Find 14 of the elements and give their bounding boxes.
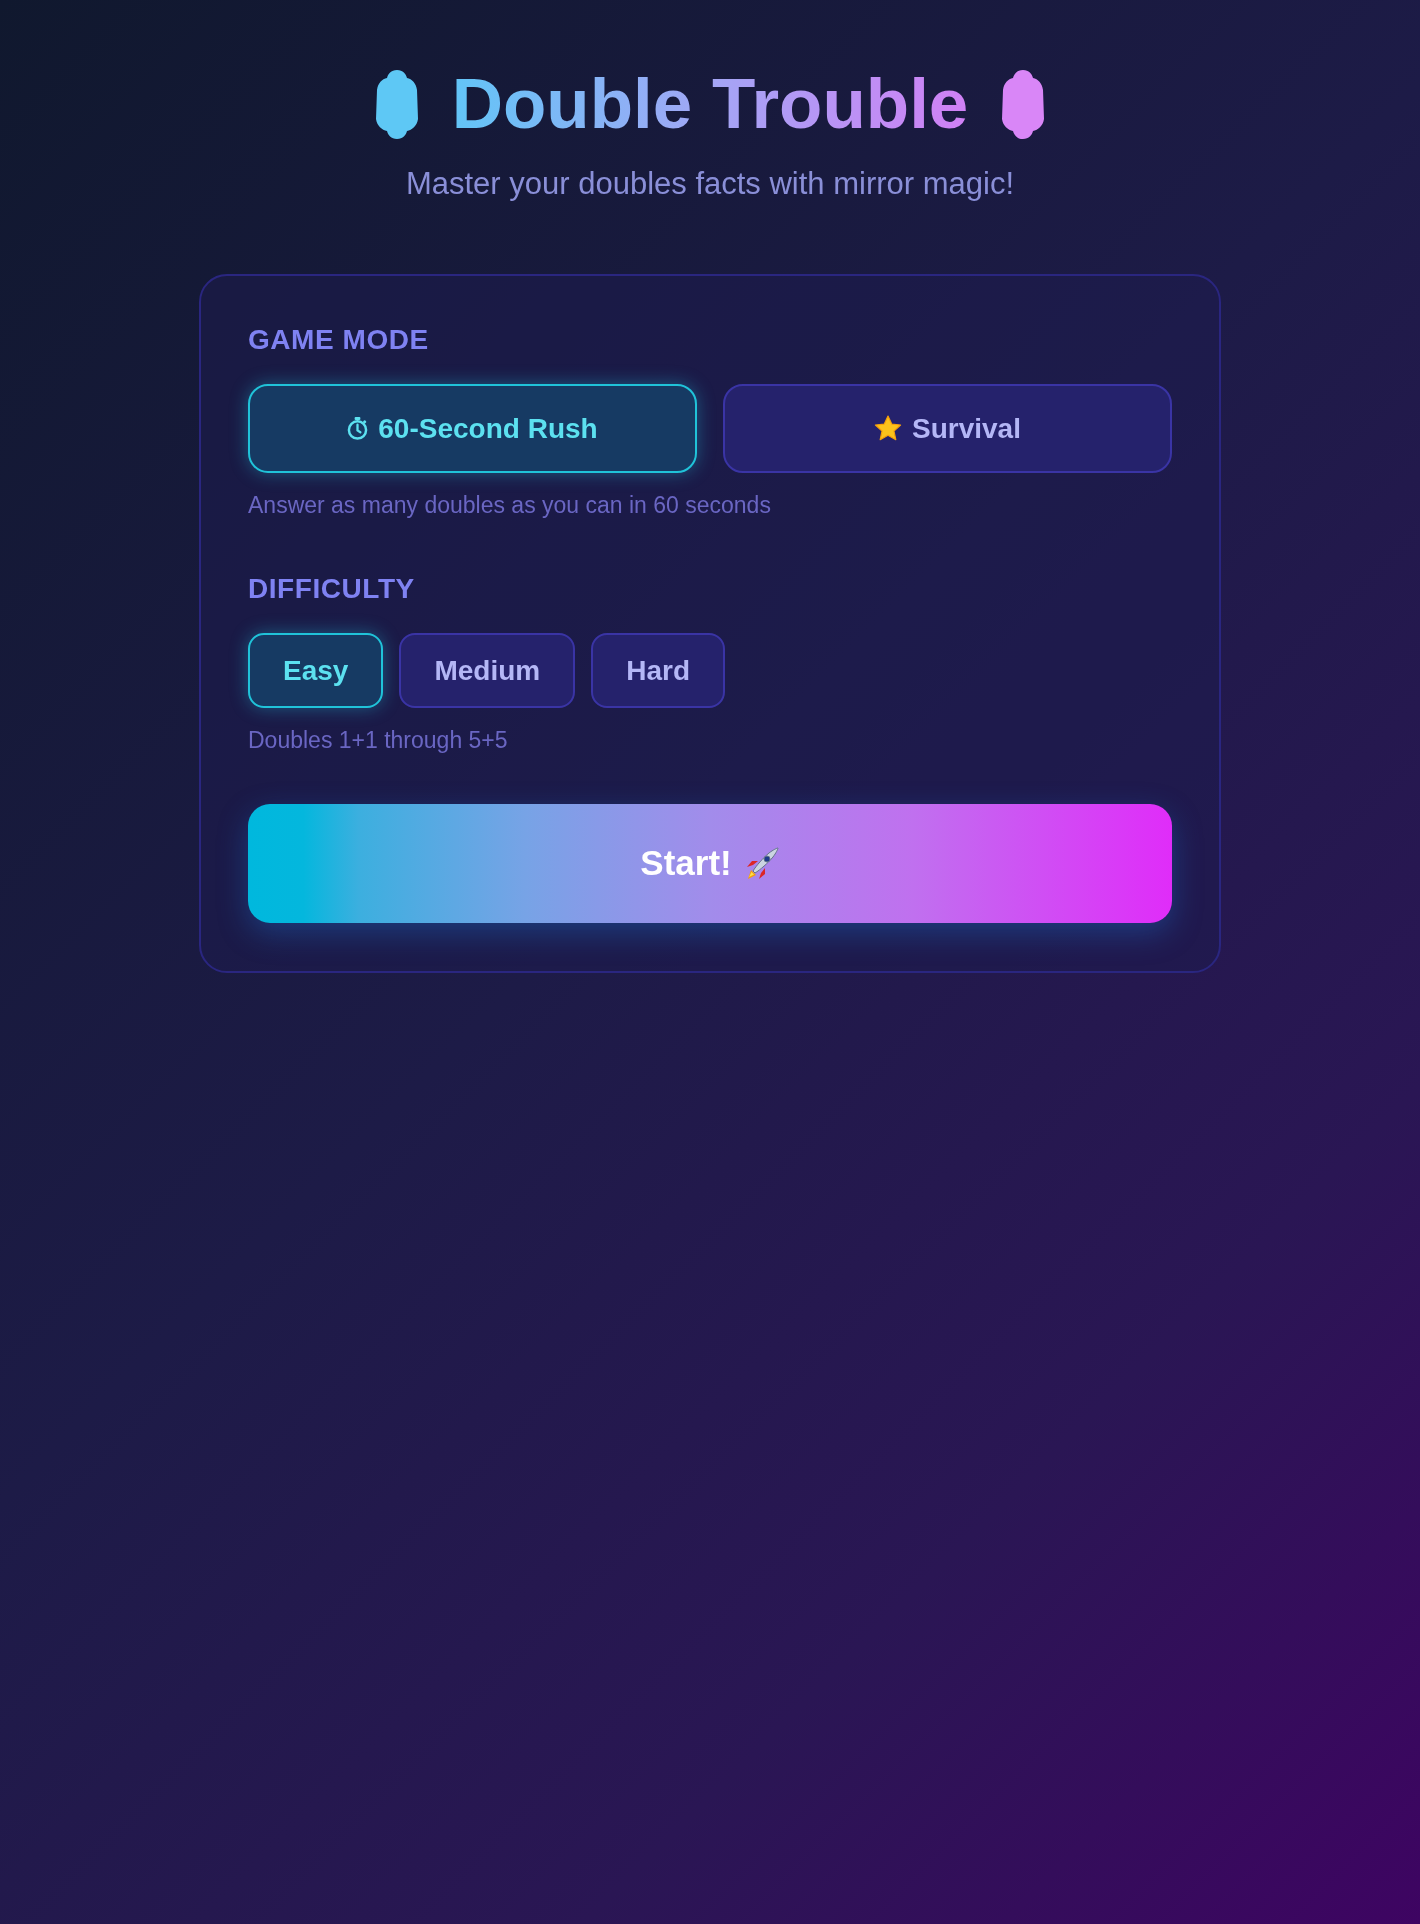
difficulty-description: Doubles 1+1 through 5+5 xyxy=(248,726,509,754)
mirror-icon xyxy=(1002,69,1045,139)
section-label: DIFFICULTY xyxy=(248,573,416,605)
difficulty-button[interactable]: Easy xyxy=(248,633,384,708)
mode-button[interactable]: Survival xyxy=(723,384,1172,473)
mode-button[interactable]: 60-Second Rush xyxy=(248,384,697,473)
mode-description: Answer as many doubles as you can in 60 seconds xyxy=(248,491,772,519)
difficulty-button[interactable]: Hard xyxy=(591,633,725,708)
page-subtitle: Master your doubles facts with mirror magic! xyxy=(404,166,1016,202)
star-icon xyxy=(874,415,902,442)
mirror-icon xyxy=(375,69,418,139)
difficulty-button[interactable]: Medium xyxy=(399,633,576,708)
section-label: GAME MODE xyxy=(248,324,430,356)
stopwatch-icon xyxy=(347,417,369,440)
